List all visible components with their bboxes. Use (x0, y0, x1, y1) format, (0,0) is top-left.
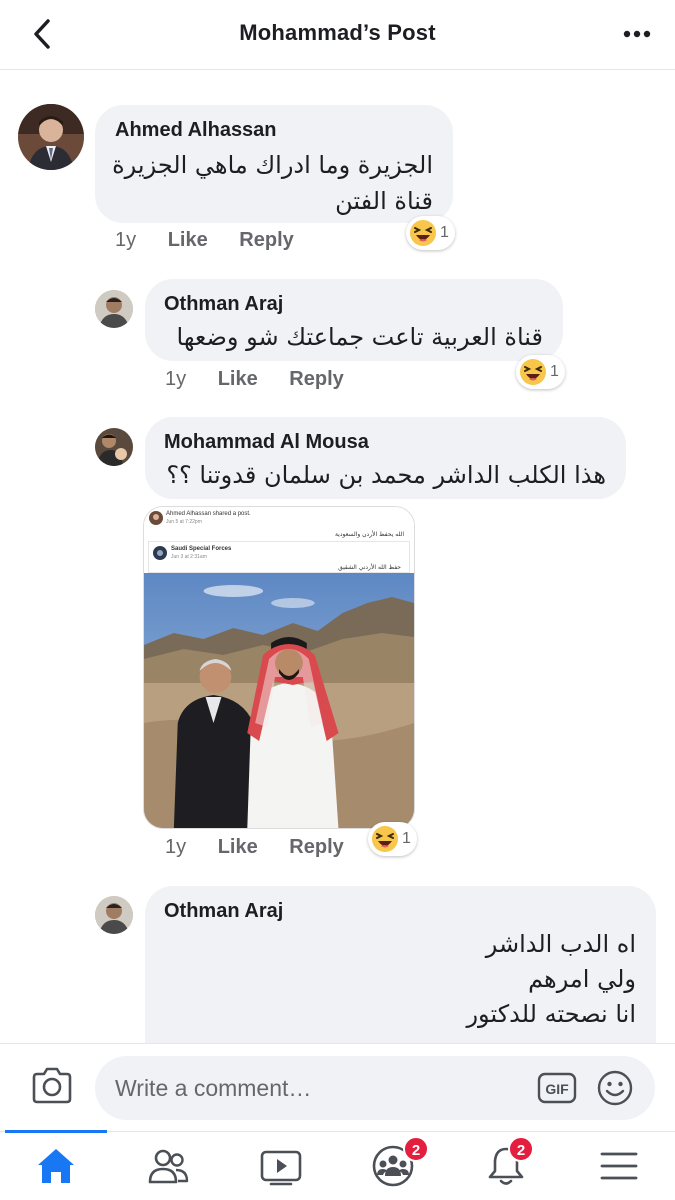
comment-bubble[interactable]: Mohammad Al Mousa هذا الكلب الداشر محمد … (145, 417, 626, 499)
friends-icon[interactable] (146, 1144, 190, 1188)
comment-placeholder: Write a comment… (115, 1075, 312, 1101)
camera-icon[interactable] (30, 1066, 74, 1106)
comment-author[interactable]: Ahmed Alhassan (115, 119, 277, 142)
comment-actions: 1y Like Reply (115, 229, 294, 252)
comment-actions: 1y Like Reply (165, 368, 344, 391)
comment-text: الجزيرة وما ادراك ماهي الجزيرة (112, 151, 433, 179)
comment-actions: 1y Like Reply (165, 836, 344, 859)
profile-photo-icon (95, 428, 133, 466)
notifications-badge: 2 (508, 1136, 534, 1162)
comment-bubble[interactable]: Othman Araj اه الدب الداشر ولي امرهم انا… (145, 886, 656, 1043)
reaction-count: 1 (402, 830, 411, 847)
shared-post-header: Ahmed Alhassan shared a post. Jun 5 at 7… (144, 507, 414, 573)
reaction-summary[interactable]: 1 (368, 822, 417, 856)
reaction-summary[interactable]: 1 (516, 355, 565, 389)
comment-time: 1y (165, 368, 187, 390)
reaction-summary[interactable]: 1 (406, 216, 455, 250)
page-title: Mohammad’s Post (239, 20, 436, 45)
shared-image[interactable]: Ahmed Alhassan shared a post. Jun 5 at 7… (143, 506, 415, 829)
shared-caption: الله يحفظ الأردن والسعودية (334, 531, 404, 538)
comment-author[interactable]: Mohammad Al Mousa (164, 431, 369, 454)
comment-text: قناة العربية تاعت جماعتك شو وضعها (176, 323, 543, 351)
shared-author: Ahmed Alhassan shared a post. (166, 511, 251, 517)
reply-button[interactable]: Reply (289, 836, 343, 859)
comments-list: Ahmed Alhassan الجزيرة وما ادراك ماهي ال… (0, 71, 675, 1043)
groups-badge: 2 (403, 1136, 429, 1162)
more-icon (623, 30, 651, 38)
like-button[interactable]: Like (218, 368, 258, 391)
comment-composer: Write a comment… GIF (0, 1043, 675, 1131)
photo (144, 573, 414, 828)
reaction-count: 1 (440, 224, 449, 241)
gif-label: GIF (545, 1081, 569, 1097)
avatar[interactable] (95, 290, 133, 328)
comment-text: انا نصحته للدكتور (466, 1000, 636, 1028)
reply-button[interactable]: Reply (239, 229, 293, 252)
comment-text: اه الدب الداشر (485, 930, 636, 958)
avatar (153, 546, 167, 560)
shared-inner-card: Saudi Special Forces Jun 3 at 2:31am حفظ… (148, 541, 410, 573)
profile-photo-icon (18, 104, 84, 170)
gif-icon[interactable]: GIF (537, 1072, 577, 1104)
haha-emoji-icon (372, 826, 398, 852)
profile-photo-icon (95, 896, 133, 934)
comment-text: هذا الكلب الداشر محمد بن سلمان قدوتنا ؟؟ (166, 461, 606, 489)
shared-date: Jun 5 at 7:22pm (166, 519, 202, 525)
comment-text: قناة الفتن (335, 187, 433, 215)
active-tab-indicator (5, 1130, 107, 1133)
shared-inner-caption: حفظ الله الأردني الشقيق (338, 564, 401, 571)
comment-text: ولي امرهم (528, 965, 636, 993)
reply-button[interactable]: Reply (289, 368, 343, 391)
home-icon[interactable] (34, 1144, 78, 1188)
watch-icon[interactable] (259, 1144, 303, 1188)
menu-icon[interactable] (597, 1144, 641, 1188)
emoji-icon[interactable] (597, 1070, 633, 1106)
bottom-tab-bar: 2 2 (0, 1130, 675, 1200)
reaction-count: 1 (550, 363, 559, 380)
avatar (149, 511, 163, 525)
profile-photo-icon (95, 290, 133, 328)
post-header: Mohammad’s Post (0, 0, 675, 70)
haha-emoji-icon (410, 220, 436, 246)
avatar[interactable] (18, 104, 84, 170)
comment-bubble[interactable]: Othman Araj قناة العربية تاعت جماعتك شو … (145, 279, 563, 361)
shared-inner-name: Saudi Special Forces (171, 546, 232, 552)
shared-inner-date: Jun 3 at 2:31am (171, 554, 207, 560)
comment-input[interactable]: Write a comment… GIF (95, 1056, 655, 1120)
comment-author[interactable]: Othman Araj (164, 293, 283, 316)
like-button[interactable]: Like (218, 836, 258, 859)
comment-author[interactable]: Othman Araj (164, 900, 283, 923)
comment-time: 1y (165, 836, 187, 858)
haha-emoji-icon (520, 359, 546, 385)
more-options-button[interactable] (621, 18, 653, 50)
like-button[interactable]: Like (168, 229, 208, 252)
avatar[interactable] (95, 428, 133, 466)
avatar[interactable] (95, 896, 133, 934)
comment-time: 1y (115, 229, 137, 251)
comment-bubble[interactable]: Ahmed Alhassan الجزيرة وما ادراك ماهي ال… (95, 105, 453, 223)
